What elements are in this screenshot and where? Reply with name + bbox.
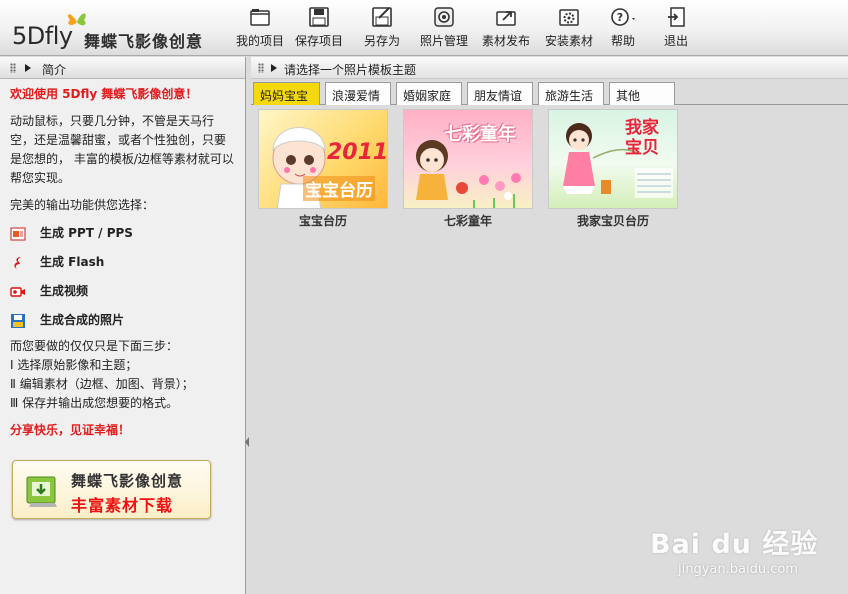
grip-icon bbox=[10, 63, 16, 73]
steps-intro-text: 而您要做的仅仅只是下面三步： bbox=[10, 339, 179, 353]
tab-pengyou-qingyi[interactable]: 朋友情谊 bbox=[467, 82, 533, 105]
save-project-button[interactable]: 保存项目 bbox=[293, 6, 345, 52]
tab-qita[interactable]: 其他 bbox=[609, 82, 675, 105]
collapse-arrow-icon[interactable] bbox=[271, 64, 277, 72]
intro-panel: 简介 欢迎使用 5Dfly 舞蝶飞影像创意！ 动动鼠标，只要几分钟，不管是天马行… bbox=[0, 57, 246, 594]
girl-cartoon-icon bbox=[416, 140, 521, 208]
exit-icon bbox=[668, 7, 685, 27]
save-as-button[interactable]: 另存为 bbox=[360, 6, 404, 52]
template-panel-title: 请选择一个照片模板主题 bbox=[284, 63, 417, 77]
collapse-arrow-icon[interactable] bbox=[25, 64, 31, 72]
template-baobao-tаili[interactable]: 2011 宝宝台历 宝宝台历 bbox=[258, 109, 388, 229]
feature-ppt: 生成 PPT / PPS bbox=[10, 219, 235, 248]
intro-content: 欢迎使用 5Dfly 舞蝶飞影像创意！ 动动鼠标，只要几分钟，不管是天马行空，还… bbox=[0, 79, 245, 440]
photo-manager-icon bbox=[434, 7, 454, 27]
logo-name-text: 舞蝶飞影像创意 bbox=[84, 32, 204, 51]
ppt-icon bbox=[10, 226, 26, 241]
template-image: 七彩童年 bbox=[403, 109, 533, 209]
logo-brand-text: 5Dfly bbox=[12, 22, 73, 50]
template-image: 2011 宝宝台历 bbox=[258, 109, 388, 209]
tab-lvyou-shenghuo[interactable]: 旅游生活 bbox=[538, 82, 604, 105]
install-material-button[interactable]: 安装素材 bbox=[543, 6, 595, 52]
step-2: Ⅱ 编辑素材（边框、加图、背景）； bbox=[10, 377, 194, 391]
download-box-icon bbox=[26, 476, 57, 507]
intro-panel-title: 简介 bbox=[42, 63, 67, 77]
tab-langman-aiqing[interactable]: 浪漫爱情 bbox=[325, 82, 391, 105]
publish-material-button[interactable]: 素材发布 bbox=[480, 6, 532, 52]
template-wojia-baobei[interactable]: 我家 宝贝 我家宝贝台历 bbox=[548, 109, 678, 229]
tab-hunyin-jiating[interactable]: 婚姻家庭 bbox=[396, 82, 462, 105]
my-projects-button[interactable]: 我的项目 bbox=[234, 6, 286, 52]
splitter-handle-icon[interactable] bbox=[244, 435, 250, 449]
photo-manager-button[interactable]: 照片管理 bbox=[418, 6, 470, 52]
banner-line-2: 丰富素材下载 bbox=[71, 496, 174, 515]
output-intro-text: 完美的输出功能供您选择： bbox=[10, 198, 155, 212]
folder-icon bbox=[250, 9, 270, 26]
template-image: 我家 宝贝 bbox=[548, 109, 678, 209]
flash-icon bbox=[14, 256, 21, 269]
main-toolbar: 5Dfly 舞蝶飞影像创意 我的项目 保存项目 另存为 照片管理 素材发布 安装… bbox=[0, 0, 848, 56]
banner-line-1: 舞蝶飞影像创意 bbox=[71, 472, 184, 490]
svg-text:?: ? bbox=[617, 11, 623, 24]
publish-icon bbox=[496, 11, 516, 26]
feature-video: 生成视频 bbox=[10, 277, 235, 306]
description-text: 动动鼠标，只要几分钟，不管是天马行空，还是温馨甜蜜，或者个性独创，只要是您想的，… bbox=[10, 114, 234, 185]
template-panel-header[interactable]: 请选择一个照片模板主题 bbox=[251, 57, 848, 79]
welcome-text: 欢迎使用 5Dfly 舞蝶飞影像创意！ bbox=[10, 87, 198, 101]
help-icon: ? bbox=[611, 8, 635, 26]
template-label: 我家宝贝台历 bbox=[576, 214, 649, 228]
photo-save-icon bbox=[11, 313, 25, 328]
intro-panel-header[interactable]: 简介 bbox=[0, 57, 245, 79]
feature-list: 生成 PPT / PPS 生成 Flash 生成视频 生成合成的照片 bbox=[10, 219, 235, 335]
theme-tabs: 妈妈宝宝 浪漫爱情 婚姻家庭 朋友情谊 旅游生活 其他 bbox=[251, 81, 848, 105]
save-as-icon bbox=[372, 7, 392, 27]
step-3: Ⅲ 保存并输出成您想要的格式。 bbox=[10, 396, 179, 410]
exit-button[interactable]: 退出 bbox=[660, 6, 692, 52]
floppy-icon bbox=[309, 7, 329, 27]
help-button[interactable]: ? 帮助 bbox=[605, 6, 641, 52]
baidu-jingyan-watermark: Bai du 经验 jingyan.baidu.com bbox=[650, 529, 819, 577]
step-1: Ⅰ 选择原始影像和主题； bbox=[10, 358, 138, 372]
slogan-text: 分享快乐，见证幸福！ bbox=[10, 423, 131, 437]
app-logo: 5Dfly 舞蝶飞影像创意 bbox=[6, 6, 226, 52]
download-material-banner[interactable]: 舞蝶飞影像创意 丰富素材下载 bbox=[12, 460, 211, 519]
feature-flash: 生成 Flash bbox=[10, 248, 235, 277]
template-qicai-tongnian[interactable]: 七彩童年 七彩童年 bbox=[403, 109, 533, 229]
install-icon bbox=[559, 9, 579, 26]
template-label: 宝宝台历 bbox=[298, 214, 347, 228]
grip-icon bbox=[258, 63, 264, 73]
template-label: 七彩童年 bbox=[443, 214, 492, 228]
feature-photo: 生成合成的照片 bbox=[10, 306, 235, 335]
video-icon bbox=[10, 286, 25, 297]
tab-mama-baobao[interactable]: 妈妈宝宝 bbox=[253, 82, 320, 105]
